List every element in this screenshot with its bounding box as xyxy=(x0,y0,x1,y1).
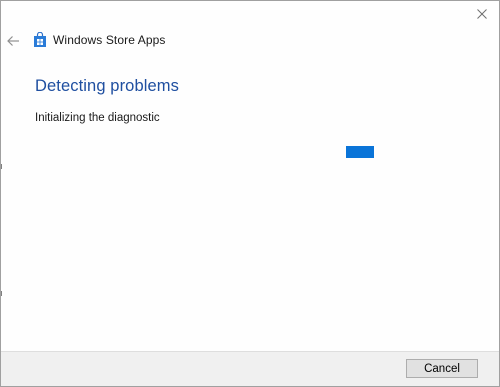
back-arrow-icon xyxy=(7,36,19,46)
status-text: Initializing the diagnostic xyxy=(35,112,160,124)
page-title: Detecting problems xyxy=(35,77,179,95)
back-button[interactable] xyxy=(6,33,22,49)
progress-indicator xyxy=(346,146,374,158)
close-button[interactable] xyxy=(473,5,491,23)
window-header: Windows Store Apps xyxy=(33,32,166,48)
cancel-button[interactable]: Cancel xyxy=(406,359,478,378)
store-bag-icon xyxy=(34,32,46,47)
app-title: Windows Store Apps xyxy=(53,33,166,47)
troubleshooter-window: Windows Store Apps Detecting problems In… xyxy=(0,0,500,387)
footer-bar: Cancel xyxy=(1,351,499,386)
edge-tick xyxy=(1,291,2,296)
edge-tick xyxy=(1,164,2,169)
close-icon xyxy=(477,9,487,19)
